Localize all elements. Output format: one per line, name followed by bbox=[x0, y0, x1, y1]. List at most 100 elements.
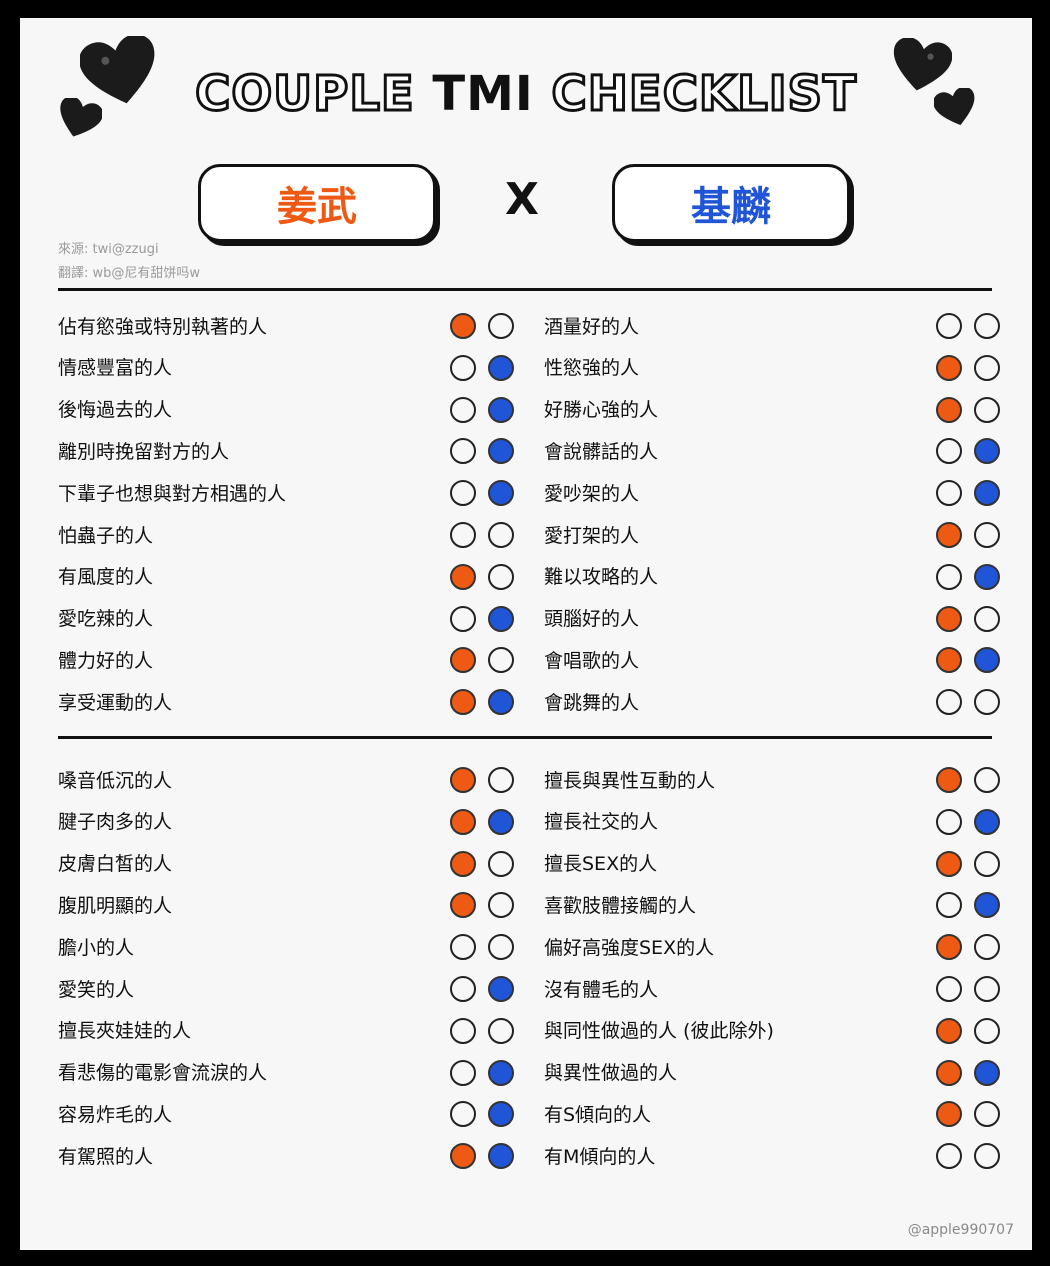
checklist-item-label: 擅長夾娃娃的人 bbox=[58, 1020, 192, 1043]
checkbox-left-person[interactable] bbox=[450, 313, 476, 339]
checkbox-right-person[interactable] bbox=[974, 313, 1000, 339]
checkbox-left-person[interactable] bbox=[936, 647, 962, 674]
checkbox-right-person[interactable] bbox=[488, 480, 514, 507]
checkbox-right-person[interactable] bbox=[974, 605, 1000, 632]
checkbox-right-person[interactable] bbox=[488, 647, 514, 674]
checkbox-left-person[interactable] bbox=[450, 934, 476, 961]
checkbox-left-person[interactable] bbox=[450, 1017, 476, 1044]
checkbox-left-person[interactable] bbox=[936, 689, 962, 716]
checkbox-left-person[interactable] bbox=[936, 438, 962, 465]
checkbox-pair bbox=[450, 563, 514, 590]
checkbox-left-person[interactable] bbox=[450, 1143, 476, 1170]
checkbox-right-person[interactable] bbox=[488, 808, 514, 835]
checkbox-pair bbox=[450, 396, 514, 423]
checkbox-left-person[interactable] bbox=[450, 396, 476, 423]
checkbox-pair bbox=[936, 1059, 1000, 1086]
checkbox-left-person[interactable] bbox=[450, 767, 476, 793]
checkbox-left-person[interactable] bbox=[450, 689, 476, 716]
checkbox-left-person[interactable] bbox=[936, 1017, 962, 1044]
checkbox-right-person[interactable] bbox=[974, 934, 1000, 961]
checkbox-left-person[interactable] bbox=[450, 1101, 476, 1128]
checkbox-left-person[interactable] bbox=[450, 480, 476, 507]
checkbox-right-person[interactable] bbox=[488, 438, 514, 465]
checklist-row: 愛笑的人 bbox=[58, 969, 514, 1007]
checkbox-right-person[interactable] bbox=[488, 1059, 514, 1086]
checkbox-left-person[interactable] bbox=[450, 563, 476, 590]
checkbox-right-person[interactable] bbox=[488, 354, 514, 381]
checkbox-left-person[interactable] bbox=[450, 1059, 476, 1086]
checkbox-right-person[interactable] bbox=[974, 1101, 1000, 1128]
checkbox-right-person[interactable] bbox=[488, 605, 514, 632]
checklist-row: 愛吃辣的人 bbox=[58, 599, 514, 637]
checkbox-right-person[interactable] bbox=[974, 808, 1000, 835]
checklist-item-label: 會說髒話的人 bbox=[544, 440, 659, 463]
checklist-item-label: 頭腦好的人 bbox=[544, 608, 640, 631]
checkbox-right-person[interactable] bbox=[974, 1059, 1000, 1086]
checkbox-right-person[interactable] bbox=[974, 647, 1000, 674]
checkbox-right-person[interactable] bbox=[488, 313, 514, 339]
checkbox-left-person[interactable] bbox=[936, 563, 962, 590]
checkbox-left-person[interactable] bbox=[936, 850, 962, 877]
checkbox-right-person[interactable] bbox=[488, 976, 514, 1002]
checkbox-pair bbox=[450, 1017, 514, 1044]
checkbox-pair bbox=[450, 1143, 514, 1170]
checkbox-right-person[interactable] bbox=[974, 767, 1000, 793]
checklist-item-label: 擅長與異性互動的人 bbox=[544, 769, 716, 792]
checkbox-left-person[interactable] bbox=[936, 480, 962, 507]
checklist-row: 怕蟲子的人 bbox=[58, 515, 514, 553]
checkbox-right-person[interactable] bbox=[974, 1143, 1000, 1170]
checkbox-right-person[interactable] bbox=[974, 438, 1000, 465]
checkbox-left-person[interactable] bbox=[936, 934, 962, 961]
checkbox-left-person[interactable] bbox=[936, 396, 962, 423]
checkbox-left-person[interactable] bbox=[450, 976, 476, 1002]
checkbox-pair bbox=[936, 522, 1000, 548]
checkbox-left-person[interactable] bbox=[936, 892, 962, 919]
checkbox-right-person[interactable] bbox=[488, 563, 514, 590]
checkbox-right-person[interactable] bbox=[488, 1101, 514, 1128]
checkbox-left-person[interactable] bbox=[450, 354, 476, 381]
checkbox-right-person[interactable] bbox=[488, 934, 514, 961]
checkbox-right-person[interactable] bbox=[974, 563, 1000, 590]
checkbox-left-person[interactable] bbox=[936, 313, 962, 339]
checkbox-right-person[interactable] bbox=[974, 480, 1000, 507]
checklist-item-label: 佔有慾強或特別執著的人 bbox=[58, 315, 268, 338]
checkbox-left-person[interactable] bbox=[450, 438, 476, 465]
checkbox-left-person[interactable] bbox=[936, 605, 962, 632]
checkbox-left-person[interactable] bbox=[936, 1101, 962, 1128]
checkbox-left-person[interactable] bbox=[936, 354, 962, 381]
checkbox-pair bbox=[450, 689, 514, 716]
checkbox-right-person[interactable] bbox=[488, 396, 514, 423]
checkbox-left-person[interactable] bbox=[450, 522, 476, 548]
checkbox-right-person[interactable] bbox=[974, 1017, 1000, 1044]
checkbox-right-person[interactable] bbox=[974, 396, 1000, 423]
checkbox-right-person[interactable] bbox=[974, 689, 1000, 716]
checkbox-pair bbox=[936, 808, 1000, 835]
checkbox-right-person[interactable] bbox=[974, 522, 1000, 548]
checkbox-left-person[interactable] bbox=[450, 605, 476, 632]
checkbox-right-person[interactable] bbox=[488, 522, 514, 548]
checkbox-right-person[interactable] bbox=[974, 354, 1000, 381]
checkbox-left-person[interactable] bbox=[450, 808, 476, 835]
checkbox-left-person[interactable] bbox=[936, 767, 962, 793]
checkbox-left-person[interactable] bbox=[936, 522, 962, 548]
checkbox-left-person[interactable] bbox=[450, 850, 476, 877]
checkbox-left-person[interactable] bbox=[450, 647, 476, 674]
checkbox-left-person[interactable] bbox=[450, 892, 476, 919]
checkbox-right-person[interactable] bbox=[488, 689, 514, 716]
checkbox-right-person[interactable] bbox=[488, 850, 514, 877]
checkbox-right-person[interactable] bbox=[488, 767, 514, 793]
checkbox-right-person[interactable] bbox=[488, 1017, 514, 1044]
checklist-item-label: 會唱歌的人 bbox=[544, 649, 640, 672]
checkbox-left-person[interactable] bbox=[936, 1059, 962, 1086]
checklist-item-label: 偏好高強度SEX的人 bbox=[544, 936, 715, 959]
checkbox-left-person[interactable] bbox=[936, 808, 962, 835]
checkbox-left-person[interactable] bbox=[936, 1143, 962, 1170]
checkbox-left-person[interactable] bbox=[936, 976, 962, 1002]
checkbox-right-person[interactable] bbox=[488, 892, 514, 919]
checkbox-right-person[interactable] bbox=[488, 1143, 514, 1170]
checklist-item-label: 嗓音低沉的人 bbox=[58, 769, 173, 792]
checkbox-right-person[interactable] bbox=[974, 892, 1000, 919]
checkbox-right-person[interactable] bbox=[974, 976, 1000, 1002]
checklist-row: 膽小的人 bbox=[58, 927, 514, 965]
checkbox-right-person[interactable] bbox=[974, 850, 1000, 877]
